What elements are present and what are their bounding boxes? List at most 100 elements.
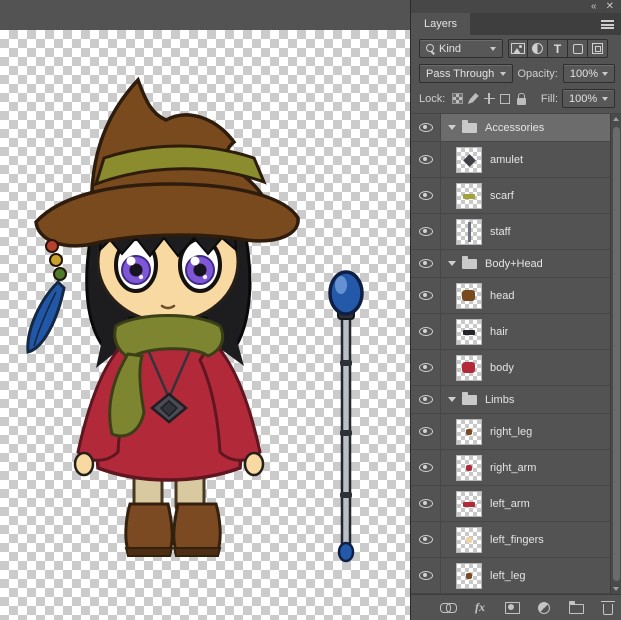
kind-filter-label: Kind <box>439 43 461 55</box>
layer-thumbnail[interactable] <box>456 283 482 309</box>
layer-thumbnail[interactable] <box>456 491 482 517</box>
layer-thumbnail[interactable] <box>456 563 482 589</box>
visibility-toggle[interactable] <box>411 522 441 557</box>
scrollbar[interactable] <box>610 114 621 594</box>
visibility-toggle[interactable] <box>411 314 441 349</box>
layer-thumbnail[interactable] <box>456 355 482 381</box>
fx-button[interactable]: fx <box>471 599 489 616</box>
layer-name[interactable]: Limbs <box>485 394 514 406</box>
panel-menu-icon[interactable] <box>601 20 614 29</box>
visibility-toggle[interactable] <box>411 142 441 177</box>
layer-name[interactable]: right_leg <box>490 426 532 438</box>
layer-row-content: scarf <box>441 178 610 213</box>
kind-filter-select[interactable]: Kind <box>419 39 503 58</box>
adjustment-circle-button[interactable] <box>535 599 553 616</box>
link-button[interactable] <box>439 599 457 616</box>
layer-row-scarf[interactable]: scarf <box>411 178 610 214</box>
folder-icon <box>462 259 477 269</box>
fx-icon: fx <box>475 600 485 615</box>
layer-group-body-head[interactable]: Body+Head <box>411 250 610 278</box>
eye-icon <box>419 227 433 236</box>
visibility-toggle[interactable] <box>411 278 441 313</box>
delete-button[interactable] <box>599 599 617 616</box>
eye-icon <box>419 499 433 508</box>
layer-thumbnail[interactable] <box>456 183 482 209</box>
layer-thumbnail[interactable] <box>456 419 482 445</box>
visibility-toggle[interactable] <box>411 114 441 141</box>
layer-name[interactable]: left_leg <box>490 570 525 582</box>
layer-list: Accessories amulet scarf staff Body+Head head… <box>411 114 610 594</box>
layer-name[interactable]: amulet <box>490 154 523 166</box>
layer-name[interactable]: staff <box>490 226 511 238</box>
visibility-toggle[interactable] <box>411 178 441 213</box>
layer-name[interactable]: Body+Head <box>485 258 543 270</box>
staff-art <box>330 272 362 561</box>
opacity-select[interactable]: 100% <box>563 64 615 83</box>
thumbnail-content <box>466 573 472 579</box>
transparency-checkerboard-canvas[interactable] <box>0 30 410 620</box>
layer-mask-button[interactable] <box>503 599 521 616</box>
layer-row-amulet[interactable]: amulet <box>411 142 610 178</box>
layer-thumbnail[interactable] <box>456 147 482 173</box>
layer-thumbnail[interactable] <box>456 455 482 481</box>
thumbnail-content <box>463 502 475 507</box>
type-button[interactable]: T <box>548 39 568 58</box>
expand-collapse-triangle-icon[interactable] <box>448 261 456 266</box>
scroll-up-arrow[interactable] <box>613 117 619 121</box>
visibility-toggle[interactable] <box>411 250 441 277</box>
scrollbar-thumb[interactable] <box>613 127 620 581</box>
artboard-lock-button[interactable] <box>497 91 513 106</box>
collapse-panels-icon[interactable]: « <box>591 2 597 12</box>
layer-group-accessories[interactable]: Accessories <box>411 114 610 142</box>
adjustment-half-button[interactable] <box>528 39 548 58</box>
layer-row-head[interactable]: head <box>411 278 610 314</box>
new-group-button[interactable] <box>567 599 585 616</box>
tab-layers[interactable]: Layers <box>411 13 470 35</box>
visibility-toggle[interactable] <box>411 386 441 413</box>
layer-row-left-leg[interactable]: left_leg <box>411 558 610 594</box>
layer-thumbnail[interactable] <box>456 219 482 245</box>
smart-object-icon <box>592 43 603 54</box>
folder-icon <box>462 123 477 133</box>
expand-collapse-triangle-icon[interactable] <box>448 397 456 402</box>
visibility-toggle[interactable] <box>411 214 441 249</box>
shape-button[interactable] <box>568 39 588 58</box>
blend-mode-select[interactable]: Pass Through <box>419 64 513 83</box>
lock-all-button[interactable] <box>513 91 529 106</box>
layer-name[interactable]: head <box>490 290 514 302</box>
layer-row-body[interactable]: body <box>411 350 610 386</box>
layer-name[interactable]: body <box>490 362 514 374</box>
visibility-toggle[interactable] <box>411 350 441 385</box>
smart-object-button[interactable] <box>588 39 608 58</box>
transparency-lock-button[interactable] <box>449 91 465 106</box>
scroll-down-arrow[interactable] <box>613 587 619 591</box>
layer-name[interactable]: hair <box>490 326 508 338</box>
layer-name[interactable]: right_arm <box>490 462 536 474</box>
chevron-down-icon <box>602 72 608 76</box>
layer-thumbnail[interactable] <box>456 527 482 553</box>
layer-row-right-arm[interactable]: right_arm <box>411 450 610 486</box>
visibility-toggle[interactable] <box>411 486 441 521</box>
layer-row-left-fingers[interactable]: left_fingers <box>411 522 610 558</box>
visibility-toggle[interactable] <box>411 558 441 593</box>
layer-row-staff[interactable]: staff <box>411 214 610 250</box>
layer-name[interactable]: left_arm <box>490 498 530 510</box>
close-panel-icon[interactable]: ✕ <box>606 2 614 12</box>
layer-row-left-arm[interactable]: left_arm <box>411 486 610 522</box>
layer-row-hair[interactable]: hair <box>411 314 610 350</box>
fill-select[interactable]: 100% <box>562 89 615 108</box>
visibility-toggle[interactable] <box>411 414 441 449</box>
brush-lock-button[interactable] <box>465 91 481 106</box>
layer-row-right-leg[interactable]: right_leg <box>411 414 610 450</box>
move-lock-button[interactable] <box>481 91 497 106</box>
delete-icon <box>603 604 613 615</box>
expand-collapse-triangle-icon[interactable] <box>448 125 456 130</box>
layer-thumbnail[interactable] <box>456 319 482 345</box>
layer-name[interactable]: Accessories <box>485 122 544 134</box>
blend-mode-value: Pass Through <box>426 68 494 80</box>
layer-name[interactable]: scarf <box>490 190 514 202</box>
visibility-toggle[interactable] <box>411 450 441 485</box>
layer-group-limbs[interactable]: Limbs <box>411 386 610 414</box>
image-button[interactable] <box>508 39 528 58</box>
layer-name[interactable]: left_fingers <box>490 534 544 546</box>
